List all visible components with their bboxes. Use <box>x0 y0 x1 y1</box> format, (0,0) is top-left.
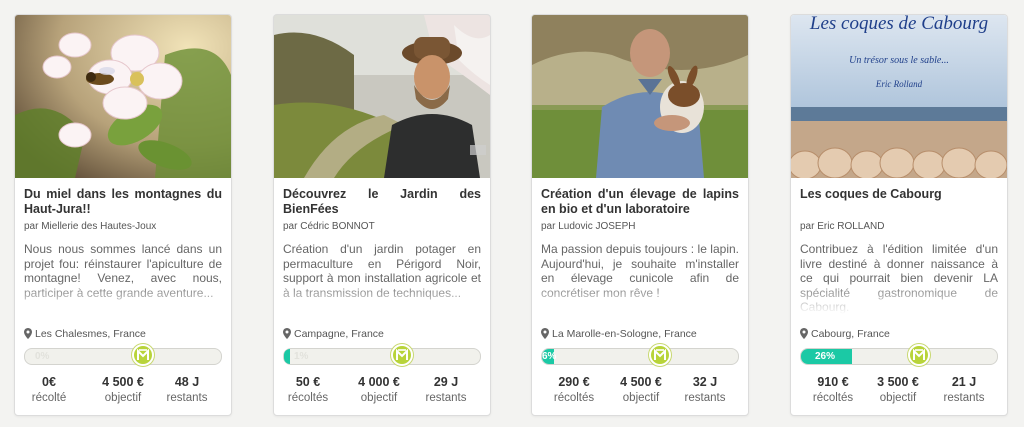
stat-label: restants <box>684 392 726 404</box>
location-label: Les Chalesmes, France <box>35 328 146 340</box>
stat-value: 0€ <box>42 375 56 389</box>
progress-percent: 6% <box>542 351 557 362</box>
image-caption-subtitle: Un trésor sous le sable... <box>849 55 949 66</box>
project-author[interactable]: par Eric ROLLAND <box>800 221 998 233</box>
project-card[interactable]: Création d'un élevage de lapins en bio e… <box>531 14 749 416</box>
project-card[interactable]: Découvrez le Jardin des BienFées par Céd… <box>273 14 491 416</box>
progress-fill <box>284 349 290 364</box>
stat-label: restants <box>425 392 467 404</box>
stat-remaining: 29 J restants <box>406 375 486 406</box>
project-title[interactable]: Les coques de Cabourg <box>800 187 998 202</box>
project-image[interactable]: Les coques de Cabourg Un trésor sous le … <box>791 15 1007 178</box>
project-location: Les Chalesmes, France <box>24 327 222 341</box>
progress-percent: 1% <box>294 351 309 362</box>
map-pin-icon <box>283 328 291 339</box>
project-location: La Marolle-en-Sologne, France <box>541 327 739 341</box>
location-label: Campagne, France <box>294 328 384 340</box>
progress-percent: 26% <box>815 351 836 362</box>
map-pin-icon <box>541 328 549 339</box>
milestone-badge-icon <box>907 344 930 366</box>
project-author[interactable]: par Ludovic JOSEPH <box>541 221 739 233</box>
location-label: La Marolle-en-Sologne, France <box>552 328 697 340</box>
stat-value: 32 J <box>692 375 718 389</box>
milestone-badge-icon <box>390 344 413 366</box>
project-image[interactable] <box>274 15 490 178</box>
project-location: Campagne, France <box>283 327 481 341</box>
stat-value: 29 J <box>433 375 459 389</box>
project-description: Contribuez à l'édition limitée d'un livr… <box>800 242 998 314</box>
stat-label: restants <box>166 392 208 404</box>
stat-collected: 0€ récolté <box>15 375 89 406</box>
project-location: Cabourg, France <box>800 327 998 341</box>
project-title[interactable]: Découvrez le Jardin des BienFées <box>283 187 481 217</box>
project-description: Nous nous sommes lancé dans un projet fo… <box>24 242 222 300</box>
project-image[interactable] <box>15 15 231 178</box>
stat-remaining: 48 J restants <box>147 375 227 406</box>
stat-collected: 50 € récoltés <box>274 375 348 406</box>
stat-label: restants <box>943 392 985 404</box>
funding-progress-bar: 0% <box>24 344 222 366</box>
stat-remaining: 32 J restants <box>665 375 745 406</box>
image-caption-author: Eric Rolland <box>875 79 923 89</box>
stat-value: 50 € <box>295 375 321 389</box>
location-label: Cabourg, France <box>811 328 890 340</box>
project-card[interactable]: Les coques de Cabourg Un trésor sous le … <box>790 14 1008 416</box>
image-caption-title: Les coques de Cabourg <box>809 15 988 34</box>
project-card[interactable]: Du miel dans les montagnes du Haut-Jura!… <box>14 14 232 416</box>
progress-percent: 0% <box>35 351 50 362</box>
milestone-badge-icon <box>648 344 671 366</box>
milestone-badge-icon <box>131 344 154 366</box>
stat-value: 21 J <box>951 375 977 389</box>
funding-progress-bar: 26% <box>800 344 998 366</box>
map-pin-icon <box>800 328 808 339</box>
stat-label: récolté <box>31 392 67 404</box>
stat-label: récoltés <box>287 392 329 404</box>
project-author[interactable]: par Cédric BONNOT <box>283 221 481 233</box>
stat-remaining: 21 J restants <box>924 375 1004 406</box>
project-image[interactable] <box>532 15 748 178</box>
project-title[interactable]: Du miel dans les montagnes du Haut-Jura!… <box>24 187 222 217</box>
project-title[interactable]: Création d'un élevage de lapins en bio e… <box>541 187 739 217</box>
map-pin-icon <box>24 328 32 339</box>
project-description: Ma passion depuis toujours : le lapin. A… <box>541 242 739 300</box>
funding-progress-bar: 1% <box>283 344 481 366</box>
stat-value: 48 J <box>174 375 200 389</box>
project-description: Création d'un jardin potager en permacul… <box>283 242 481 300</box>
funding-progress-bar: 6% <box>541 344 739 366</box>
project-author[interactable]: par Miellerie des Hautes-Joux <box>24 221 222 233</box>
